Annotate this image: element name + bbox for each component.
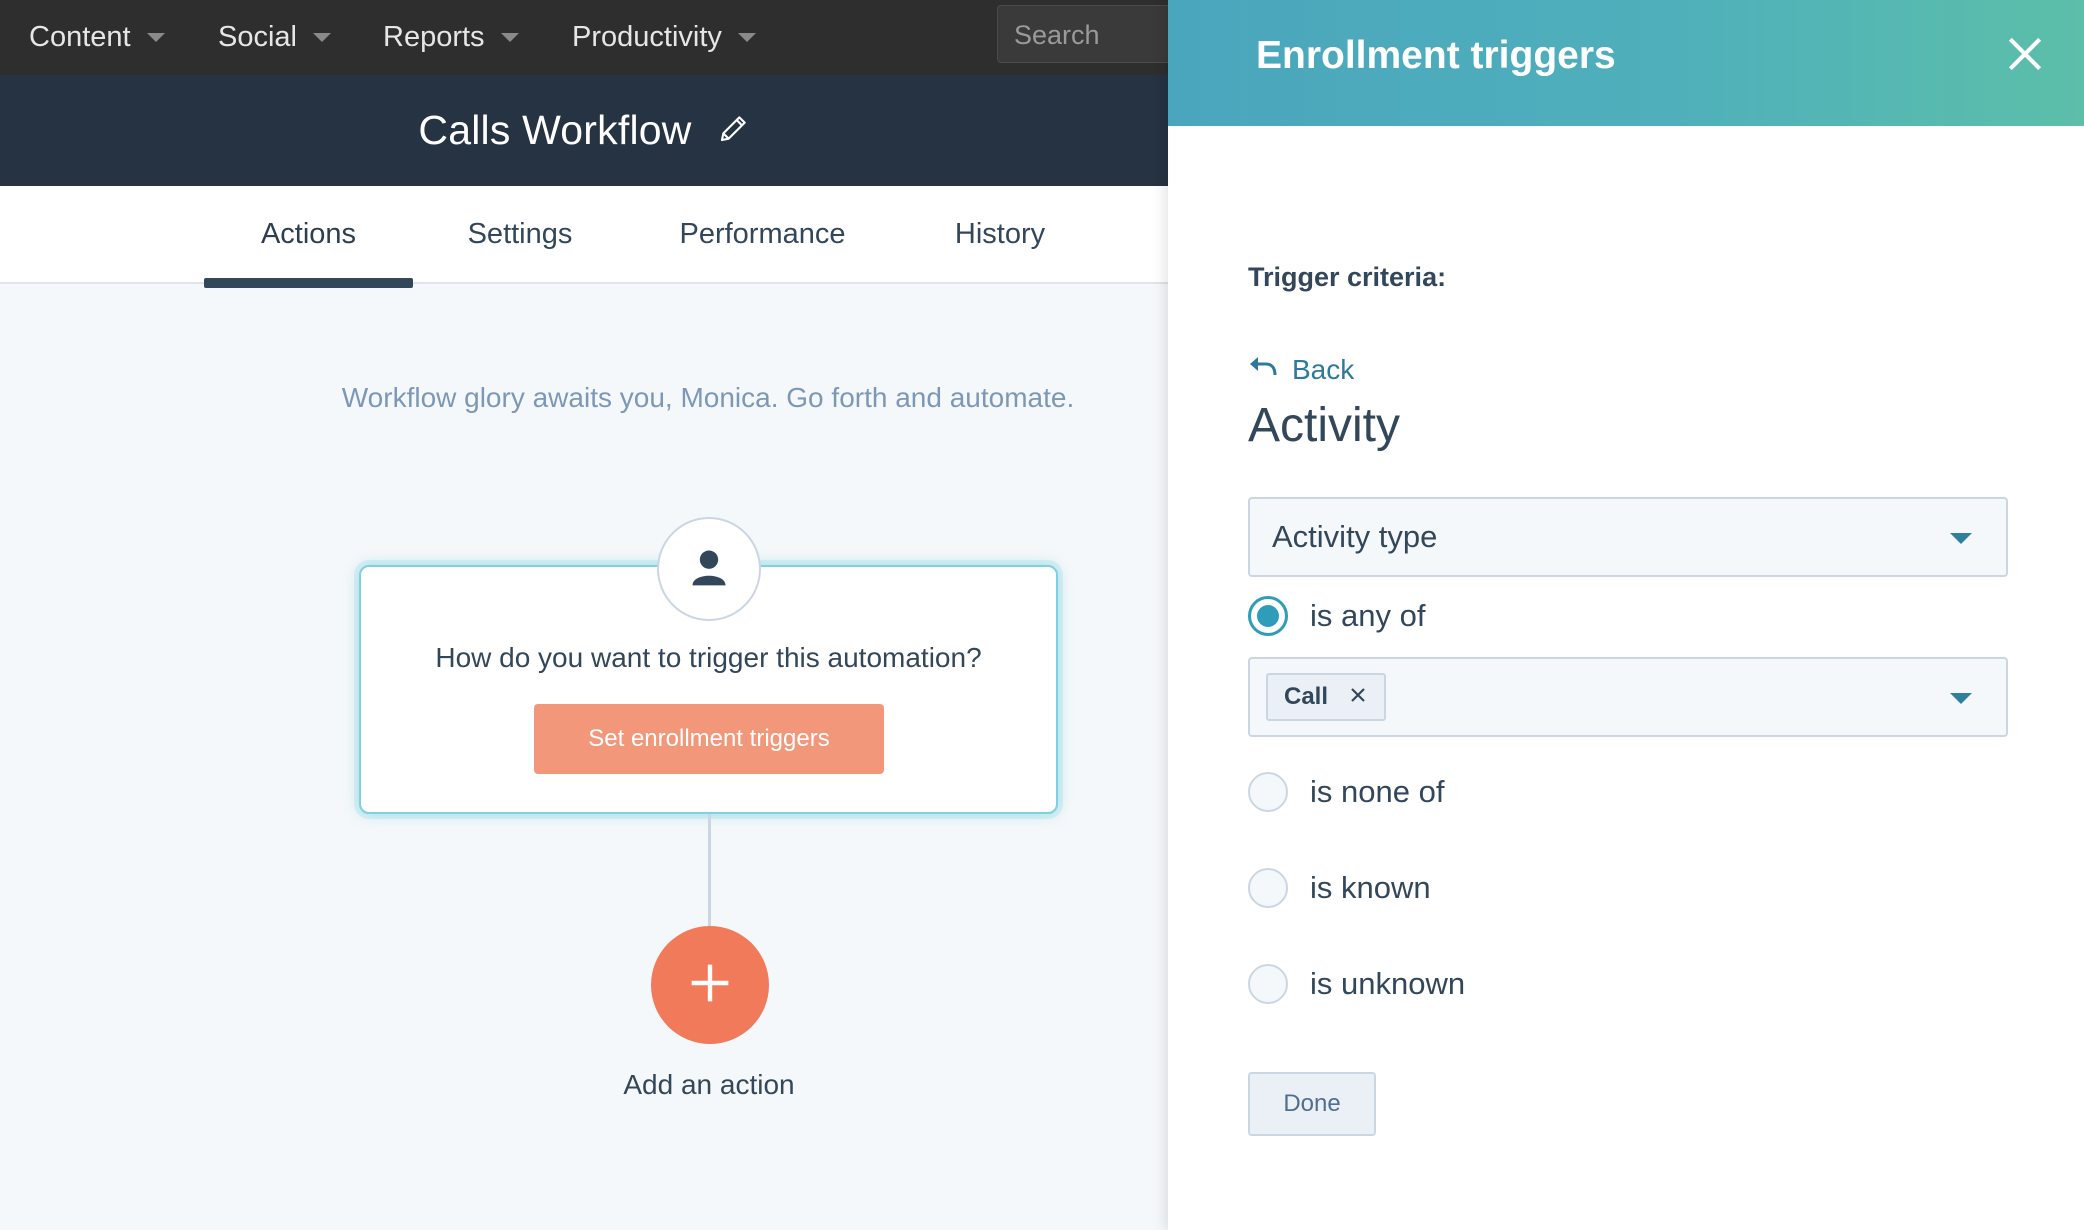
close-icon [2003,37,2047,80]
workflow-header: Calls Workflow [0,75,1168,186]
panel-title: Enrollment triggers [1256,34,1616,77]
tag-label: Call [1284,683,1329,710]
remove-tag-icon[interactable] [1348,685,1368,710]
close-button[interactable] [2003,32,2047,76]
operator-option-is-any-of[interactable]: is any of [1248,596,1425,636]
plus-icon [688,961,732,1010]
dropdown-arrow-icon [1950,533,1972,544]
tab-history[interactable]: History [940,186,1060,282]
caret-down-icon [146,33,165,42]
edit-pencil-icon[interactable] [718,112,750,149]
trigger-question: How do you want to trigger this automati… [435,642,982,673]
tab-performance[interactable]: Performance [660,186,865,282]
operator-label: is none of [1310,774,1445,809]
top-navigation: Content Social Reports Productivity Sear… [0,0,1197,75]
operator-option-is-none-of[interactable]: is none of [1248,772,1444,812]
selected-value-tag: Call [1266,673,1387,721]
operator-option-is-unknown[interactable]: is unknown [1248,964,1465,1004]
set-enrollment-triggers-button[interactable]: Set enrollment triggers [534,704,884,774]
back-arrow-icon [1248,354,1278,386]
nav-menu-reports[interactable]: Reports [383,0,519,75]
back-label: Back [1292,354,1355,385]
done-button[interactable]: Done [1248,1072,1376,1136]
nav-menu-productivity[interactable]: Productivity [572,0,756,75]
values-multiselect[interactable]: Call [1248,657,2008,737]
radio-button[interactable] [1248,772,1288,812]
tab-actions[interactable]: Actions [204,186,413,282]
workflow-connector [708,814,711,926]
radio-button[interactable] [1248,964,1288,1004]
panel-header: Enrollment triggers [1168,0,2084,126]
tab-settings[interactable]: Settings [445,186,595,282]
operator-option-is-known[interactable]: is known [1248,868,1431,908]
caret-down-icon [313,33,331,42]
trigger-criteria-label: Trigger criteria: [1248,262,1447,292]
nav-menu-label: Social [218,21,297,53]
radio-button-selected[interactable] [1248,596,1288,636]
filter-section-title: Activity [1248,399,1401,452]
nav-menu-social[interactable]: Social [218,0,331,75]
caret-down-icon [500,33,519,42]
search-input[interactable]: Search [997,5,1197,63]
workflow-app: Content Social Reports Productivity Sear… [0,0,1197,1230]
nav-menu-label: Productivity [572,21,722,53]
caret-down-icon [737,33,756,42]
nav-menu-label: Reports [383,21,485,53]
nav-menu-content[interactable]: Content [29,0,165,75]
nav-menu-label: Content [29,21,131,53]
workflow-title: Calls Workflow [418,107,692,153]
dropdown-arrow-icon [1950,693,1972,704]
radio-button[interactable] [1248,868,1288,908]
property-dropdown[interactable]: Activity type [1248,497,2008,577]
enrollment-triggers-panel: Enrollment triggers Trigger criteria: Ba… [1168,0,2084,1230]
contact-avatar [657,517,761,621]
add-action-label: Add an action [623,1069,795,1100]
workflow-tabs: Actions Settings Performance History [0,186,1168,284]
back-link[interactable]: Back [1248,354,1354,386]
person-icon [687,545,731,594]
dropdown-value: Activity type [1272,519,1438,554]
operator-label: is known [1310,870,1431,905]
active-tab-indicator [204,278,413,288]
operator-label: is unknown [1310,966,1466,1001]
operator-label: is any of [1310,598,1426,633]
add-action-button[interactable] [651,926,769,1044]
